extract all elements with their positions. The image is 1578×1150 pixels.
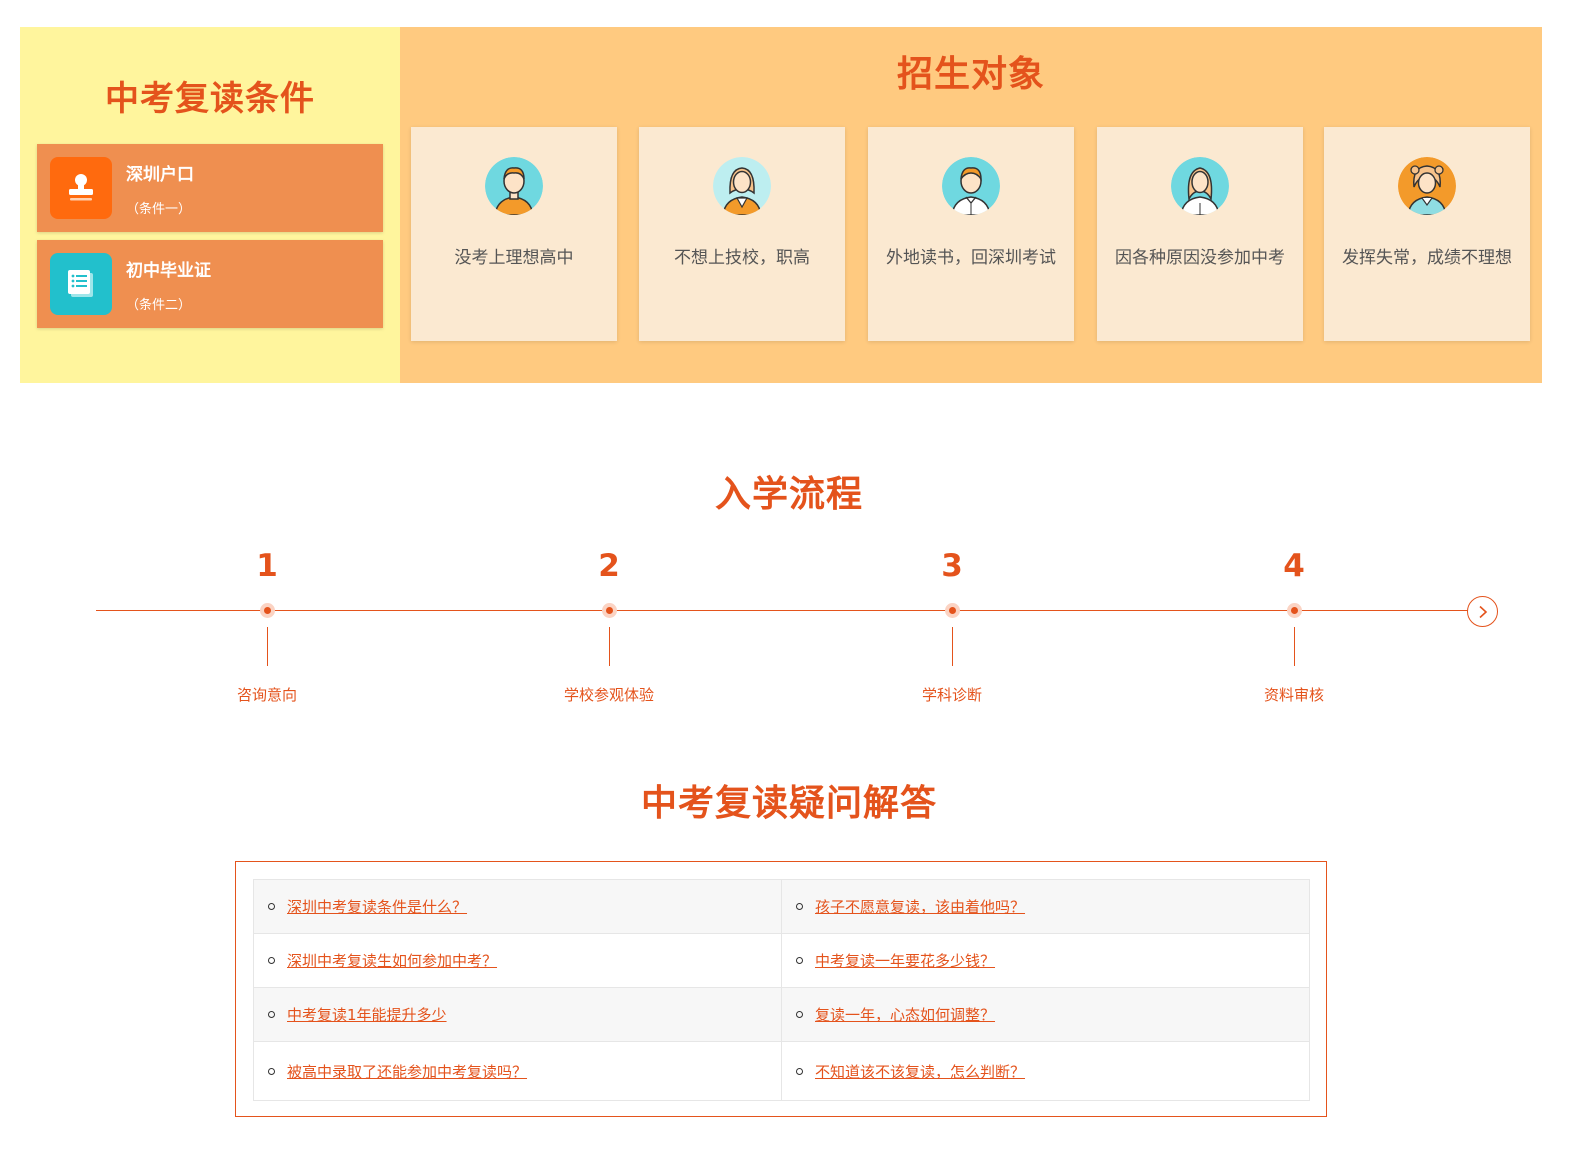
target-card-2: 不想上技校，职高 [639,127,845,341]
condition-card-2: 初中毕业证 （条件二） [37,240,383,328]
faq-row: 深圳中考复读条件是什么？ 孩子不愿意复读，该由着他吗？ [253,879,1310,934]
faq-cell: 被高中录取了还能参加中考复读吗？ [253,1041,782,1101]
bullet-icon [268,1067,275,1075]
step-dot [945,603,960,618]
target-text: 没考上理想高中 [454,248,574,268]
process-title: 入学流程 [714,474,863,515]
targets-panel: 招生对象 没考上理想高中 不想上技校，职高 外地读书，回深圳考试 因各种原因没参… [400,27,1542,383]
bullet-icon [268,903,275,910]
faq-link[interactable]: 中考复读一年要花多少钱？ [815,950,995,971]
student-girl-shirt-avatar-icon [1171,157,1229,215]
step-number: 3 [941,548,963,584]
target-text: 因各种原因没参加中考 [1115,248,1285,268]
faq-cell: 中考复读1年能提升多少 [253,987,782,1042]
faq-cell: 深圳中考复读生如何参加中考？ [253,933,782,988]
step-label: 资料审核 [1263,686,1324,704]
condition-card-1: 深圳户口 （条件一） [37,144,383,232]
student-boy-avatar-icon [485,157,543,215]
faq-link[interactable]: 中考复读1年能提升多少 [287,1004,447,1025]
faq-link[interactable]: 深圳中考复读生如何参加中考？ [287,950,497,971]
faq-link[interactable]: 被高中录取了还能参加中考复读吗？ [287,1061,527,1082]
step-label: 咨询意向 [236,686,297,704]
conditions-title: 中考复读条件 [105,79,315,119]
faq-link[interactable]: 复读一年，心态如何调整？ [815,1004,995,1025]
stamp-icon [50,157,112,219]
condition-sub: （条件二） [126,298,192,313]
step-number: 2 [598,548,620,584]
faq-link[interactable]: 深圳中考复读条件是什么？ [287,896,467,917]
student-boy-shirt-avatar-icon [942,157,1000,215]
target-card-4: 因各种原因没参加中考 [1097,127,1303,341]
targets-title: 招生对象 [896,54,1045,95]
chevron-right-icon[interactable] [1467,596,1498,627]
step-dot [1287,603,1302,618]
faq-row: 被高中录取了还能参加中考复读吗？ 不知道该不该复读，怎么判断？ [253,1041,1310,1101]
bullet-icon [268,1011,275,1018]
bullet-icon [796,957,803,964]
faq-link[interactable]: 孩子不愿意复读，该由着他吗？ [815,896,1025,917]
target-text: 外地读书，回深圳考试 [886,248,1056,268]
faq-table: 深圳中考复读条件是什么？ 孩子不愿意复读，该由着他吗？ 深圳中考复读生如何参加中… [253,879,1310,1101]
step-tick [952,627,953,666]
faq-cell: 孩子不愿意复读，该由着他吗？ [781,879,1310,934]
target-card-3: 外地读书，回深圳考试 [868,127,1074,341]
bullet-icon [796,1011,803,1018]
faq-title: 中考复读疑问解答 [640,783,937,824]
step-dot [260,603,275,618]
faq-cell: 中考复读一年要花多少钱？ [781,933,1310,988]
step-dot [602,603,617,618]
step-label: 学科诊断 [921,686,982,704]
condition-title: 深圳户口 [126,165,194,185]
faq-row: 深圳中考复读生如何参加中考？ 中考复读一年要花多少钱？ [253,933,1310,988]
step-tick [1294,627,1295,666]
step-tick [267,627,268,666]
faq-cell: 不知道该不该复读，怎么判断？ [781,1041,1310,1101]
faq-cell: 复读一年，心态如何调整？ [781,987,1310,1042]
conditions-panel: 中考复读条件 深圳户口 （条件一） 初中毕业证 （条件二） [20,27,400,383]
student-girl-avatar-icon [713,157,771,215]
faq-row: 中考复读1年能提升多少 复读一年，心态如何调整？ [253,987,1310,1042]
student-girl-teal-avatar-icon [1398,157,1456,215]
top-band: 中考复读条件 深圳户口 （条件一） 初中毕业证 （条件二） 招生对象 没考上理想… [20,27,1542,383]
certificate-icon [50,253,112,315]
bullet-icon [796,1067,803,1075]
step-label: 学校参观体验 [563,686,654,704]
condition-sub: （条件一） [126,202,192,217]
timeline-line [96,610,1468,611]
bullet-icon [796,903,803,910]
target-text: 不想上技校，职高 [674,248,810,268]
step-number: 4 [1283,548,1305,584]
faq-box: 深圳中考复读条件是什么？ 孩子不愿意复读，该由着他吗？ 深圳中考复读生如何参加中… [235,861,1327,1117]
condition-title: 初中毕业证 [126,261,211,281]
faq-cell: 深圳中考复读条件是什么？ [253,879,782,934]
target-card-1: 没考上理想高中 [411,127,617,341]
step-number: 1 [256,548,278,584]
step-tick [609,627,610,666]
target-card-5: 发挥失常，成绩不理想 [1324,127,1530,341]
target-text: 发挥失常，成绩不理想 [1342,248,1512,268]
faq-link[interactable]: 不知道该不该复读，怎么判断？ [815,1061,1025,1082]
bullet-icon [268,957,275,964]
